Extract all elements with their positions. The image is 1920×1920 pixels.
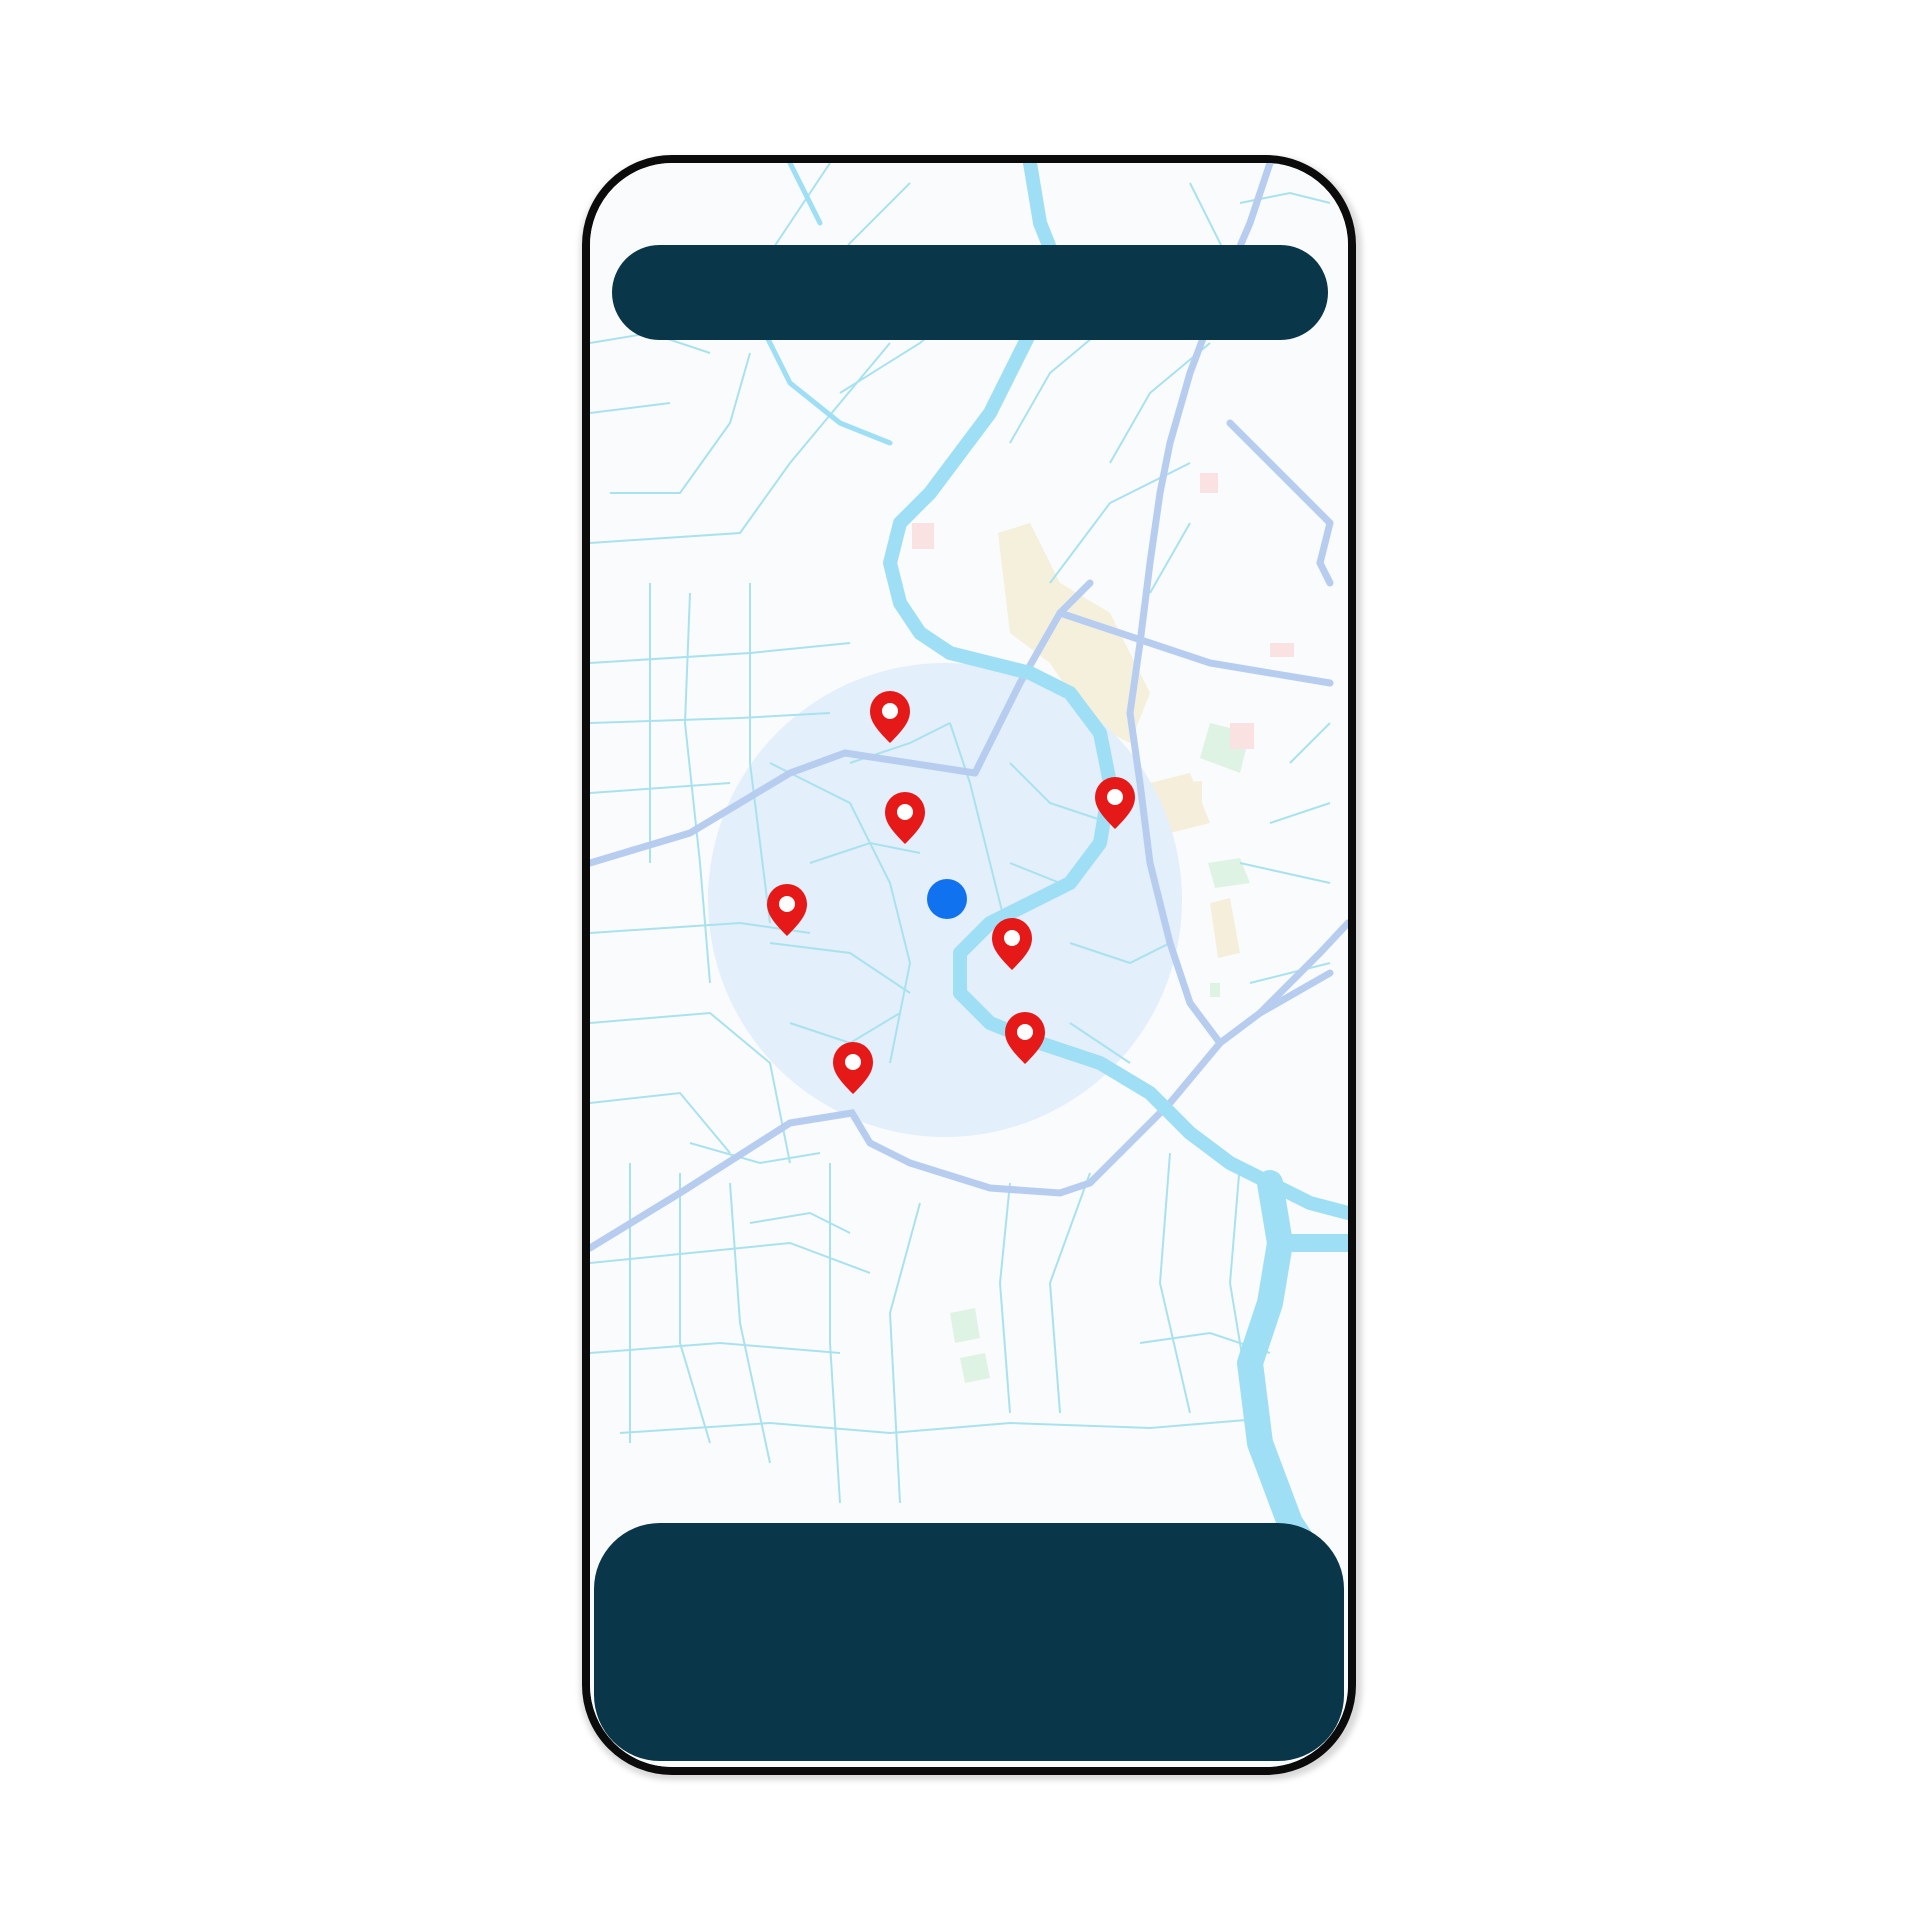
phone-frame xyxy=(582,155,1356,1775)
top-search-bar[interactable] xyxy=(612,245,1328,340)
bottom-sheet-panel[interactable] xyxy=(594,1523,1344,1761)
current-location-dot[interactable] xyxy=(927,879,967,919)
